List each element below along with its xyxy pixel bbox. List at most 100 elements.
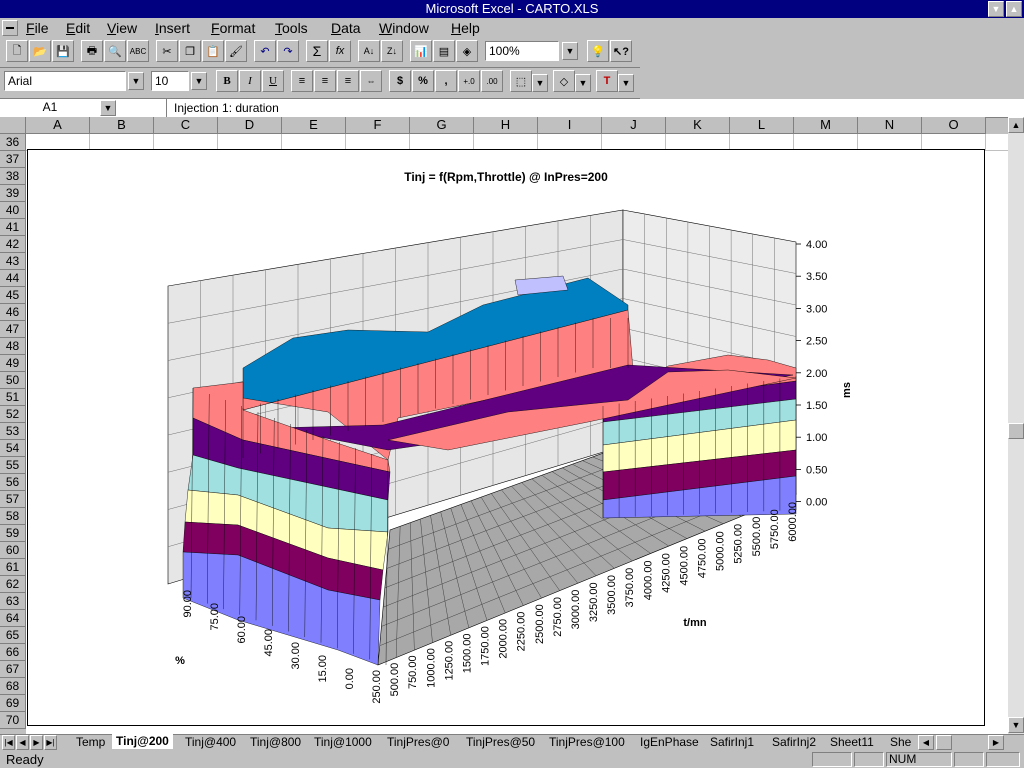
row-header-51[interactable]: 51 — [0, 389, 26, 406]
open-icon[interactable]: 📂 — [29, 40, 51, 62]
row-header-66[interactable]: 66 — [0, 644, 26, 661]
row-header-45[interactable]: 45 — [0, 287, 26, 304]
sort-ascending-icon[interactable]: A↓ — [358, 40, 380, 62]
vertical-scrollbar[interactable]: ▲ ▼ — [1008, 117, 1024, 734]
copy-icon[interactable]: ❐ — [179, 40, 201, 62]
row-header-36[interactable]: 36 — [0, 134, 26, 151]
row-header-48[interactable]: 48 — [0, 338, 26, 355]
last-sheet-icon[interactable]: ▶| — [44, 735, 57, 750]
row-header-40[interactable]: 40 — [0, 202, 26, 219]
row-header-37[interactable]: 37 — [0, 151, 26, 168]
underline-icon[interactable]: U — [262, 70, 284, 92]
sheet-tab[interactable]: SafirInj1 — [706, 735, 758, 750]
text-box-icon[interactable]: ▤ — [433, 40, 455, 62]
row-header-55[interactable]: 55 — [0, 457, 26, 474]
borders-icon[interactable]: ⬚ — [510, 70, 532, 92]
row-header-59[interactable]: 59 — [0, 525, 26, 542]
menu-file[interactable]: File — [26, 20, 49, 36]
menu-format[interactable]: Format — [211, 20, 255, 36]
percent-style-icon[interactable]: % — [412, 70, 434, 92]
sheet-tab[interactable]: Tinj@200 — [112, 734, 173, 749]
sheet-tab[interactable]: She — [886, 735, 915, 750]
scroll-up-icon[interactable]: ▲ — [1008, 117, 1024, 133]
row-header-50[interactable]: 50 — [0, 372, 26, 389]
sheet-tab[interactable]: TinjPres@100 — [545, 735, 629, 750]
paste-icon[interactable]: 📋 — [202, 40, 224, 62]
sheet-tab[interactable]: Tinj@800 — [246, 735, 305, 750]
next-sheet-icon[interactable]: ▶ — [30, 735, 43, 750]
sheet-tab[interactable]: Tinj@400 — [181, 735, 240, 750]
column-header-N[interactable]: N — [858, 117, 922, 134]
menu-insert[interactable]: Insert — [155, 20, 190, 36]
print-icon[interactable]: 🖶 — [81, 40, 103, 62]
row-header-58[interactable]: 58 — [0, 508, 26, 525]
sheet-tab[interactable]: TinjPres@0 — [383, 735, 453, 750]
bold-icon[interactable]: B — [216, 70, 238, 92]
row-header-67[interactable]: 67 — [0, 661, 26, 678]
sort-descending-icon[interactable]: Z↓ — [381, 40, 403, 62]
row-header-46[interactable]: 46 — [0, 304, 26, 321]
column-header-B[interactable]: B — [90, 117, 154, 134]
align-left-icon[interactable]: ≡ — [291, 70, 313, 92]
row-header-47[interactable]: 47 — [0, 321, 26, 338]
currency-style-icon[interactable]: $ — [389, 70, 411, 92]
minimize-button[interactable]: ▼ — [988, 1, 1004, 17]
row-header-43[interactable]: 43 — [0, 253, 26, 270]
hscroll-right-icon[interactable]: ▶ — [988, 735, 1004, 750]
row-header-65[interactable]: 65 — [0, 627, 26, 644]
row-header-62[interactable]: 62 — [0, 576, 26, 593]
column-header-L[interactable]: L — [730, 117, 794, 134]
row-header-63[interactable]: 63 — [0, 593, 26, 610]
column-header-G[interactable]: G — [410, 117, 474, 134]
row-header-57[interactable]: 57 — [0, 491, 26, 508]
menu-help[interactable]: Help — [451, 20, 480, 36]
new-icon[interactable]: 🗋 — [6, 40, 28, 62]
column-header-E[interactable]: E — [282, 117, 346, 134]
column-header-A[interactable]: A — [26, 117, 90, 134]
italic-icon[interactable]: I — [239, 70, 261, 92]
scroll-thumb[interactable] — [1008, 423, 1024, 439]
font-color-icon[interactable]: T — [596, 70, 618, 92]
worksheet-grid[interactable]: Tinj = f(Rpm,Throttle) @ InPres=200 4.00… — [26, 134, 1008, 734]
column-header-M[interactable]: M — [794, 117, 858, 134]
borders-dropdown-icon[interactable]: ▼ — [532, 74, 548, 92]
hscroll-left-icon[interactable]: ◀ — [918, 735, 934, 750]
row-header-42[interactable]: 42 — [0, 236, 26, 253]
save-icon[interactable]: 💾 — [52, 40, 74, 62]
spelling-icon[interactable]: ABC — [127, 40, 149, 62]
name-box-dropdown-icon[interactable]: ▼ — [100, 100, 116, 116]
prev-sheet-icon[interactable]: ◀ — [16, 735, 29, 750]
row-header-70[interactable]: 70 — [0, 712, 26, 729]
row-header-41[interactable]: 41 — [0, 219, 26, 236]
sheet-tab[interactable]: Sheet11 — [826, 735, 878, 750]
menu-edit[interactable]: Edit — [66, 20, 90, 36]
increase-decimal-icon[interactable]: +.0 — [458, 70, 480, 92]
first-sheet-icon[interactable]: |◀ — [2, 735, 15, 750]
comma-style-icon[interactable]: , — [435, 70, 457, 92]
formula-content[interactable]: Injection 1: duration — [174, 100, 279, 116]
document-control-menu-icon[interactable] — [2, 20, 18, 36]
row-header-60[interactable]: 60 — [0, 542, 26, 559]
sheet-tab[interactable]: Tinj@1000 — [310, 735, 376, 750]
sheet-tab[interactable]: IgEnPhase — [636, 735, 703, 750]
chart-wizard-icon[interactable]: 📊 — [410, 40, 432, 62]
font-name-box[interactable]: Arial — [4, 71, 126, 91]
function-wizard-icon[interactable]: fx — [329, 40, 351, 62]
name-box[interactable]: A1 — [0, 99, 100, 117]
select-all-corner[interactable] — [0, 117, 26, 134]
help-icon[interactable]: ↖? — [610, 40, 632, 62]
row-header-54[interactable]: 54 — [0, 440, 26, 457]
align-right-icon[interactable]: ≡ — [337, 70, 359, 92]
column-header-J[interactable]: J — [602, 117, 666, 134]
column-header-O[interactable]: O — [922, 117, 986, 134]
row-header-56[interactable]: 56 — [0, 474, 26, 491]
row-header-53[interactable]: 53 — [0, 423, 26, 440]
column-header-C[interactable]: C — [154, 117, 218, 134]
font-color-dropdown-icon[interactable]: ▼ — [618, 74, 634, 92]
row-header-69[interactable]: 69 — [0, 695, 26, 712]
format-painter-icon[interactable]: 🖌 — [225, 40, 247, 62]
decrease-decimal-icon[interactable]: .00 — [481, 70, 503, 92]
scroll-down-icon[interactable]: ▼ — [1008, 717, 1024, 733]
zoom-dropdown-icon[interactable]: ▼ — [562, 42, 578, 60]
column-header-F[interactable]: F — [346, 117, 410, 134]
